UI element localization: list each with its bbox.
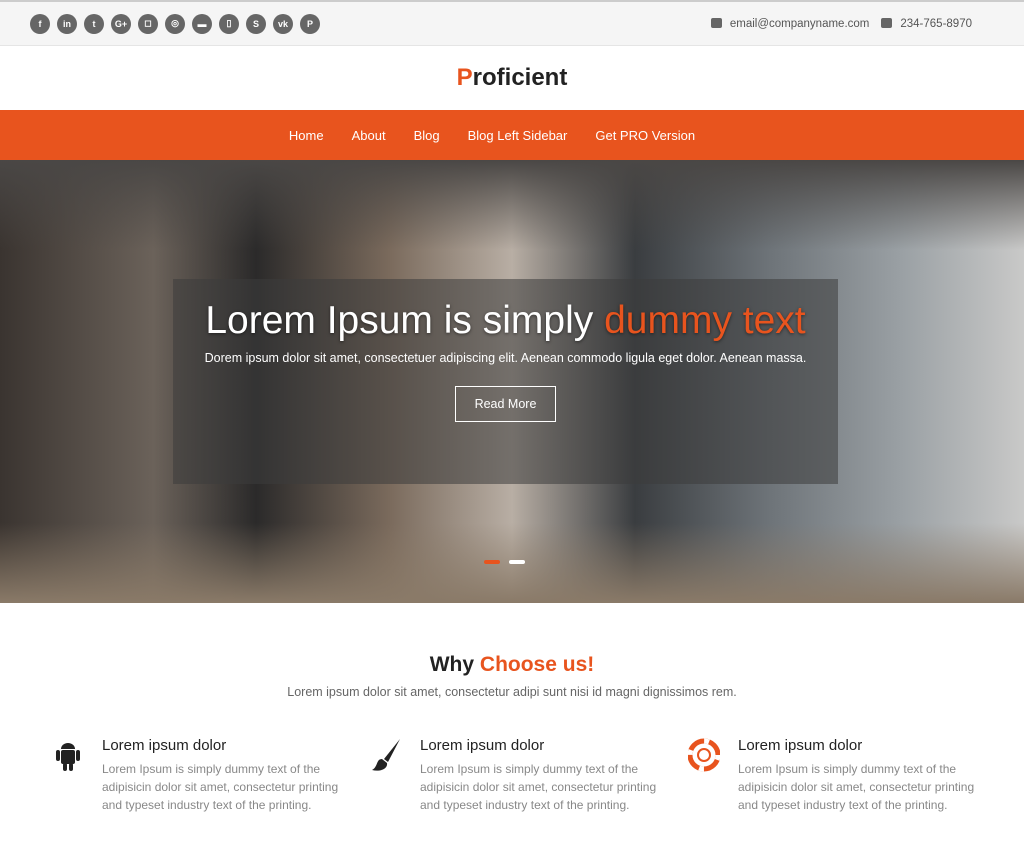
why-choose-us: Why Choose us! Lorem ipsum dolor sit ame…: [0, 603, 1024, 699]
slider-dots: [484, 560, 525, 564]
read-more-button[interactable]: Read More: [454, 386, 557, 422]
feature-title: Lorem ipsum dolor: [102, 737, 227, 754]
nav-get-pro[interactable]: Get PRO Version: [595, 128, 695, 143]
main-nav: Home About Blog Blog Left Sidebar Get PR…: [0, 110, 1024, 160]
paintbrush-icon: [372, 739, 400, 771]
top-bar: f in t G+ ◻ ◎ ▬ ▯ S vk P email@companyna…: [0, 0, 1024, 46]
hero-caption: Lorem Ipsum is simply dummy text Dorem i…: [173, 279, 838, 484]
feature-item: Lorem ipsum dolor Lorem Ipsum is simply d…: [370, 737, 688, 814]
logo-initial: P: [456, 64, 473, 91]
email-link[interactable]: email@companyname.com: [710, 17, 870, 30]
instagram-icon[interactable]: ◻: [138, 13, 158, 34]
site-logo[interactable]: Proficient: [0, 46, 1024, 110]
nav-blog[interactable]: Blog: [414, 128, 440, 143]
feature-item: Lorem ipsum dolor Lorem Ipsum is simply d…: [688, 737, 1006, 814]
hero-slider: Lorem Ipsum is simply dummy text Dorem i…: [0, 160, 1024, 603]
slide-dot-2[interactable]: [509, 560, 525, 564]
github-icon[interactable]: ▬: [192, 13, 212, 34]
hero-title: Lorem Ipsum is simply dummy text: [173, 299, 838, 343]
pinterest-icon[interactable]: P: [300, 13, 320, 34]
phone-link[interactable]: 234-765-8970: [881, 18, 972, 30]
vk-icon[interactable]: vk: [273, 13, 293, 34]
envelope-icon: [710, 18, 722, 29]
linkedin-icon[interactable]: in: [57, 13, 77, 34]
life-ring-icon: [688, 738, 720, 772]
logo-rest: roficient: [472, 64, 568, 91]
nav-about[interactable]: About: [352, 128, 386, 143]
social-links: f in t G+ ◻ ◎ ▬ ▯ S vk P: [30, 13, 320, 34]
hero-title-accent: dummy text: [604, 299, 806, 342]
phone-text: 234-765-8970: [900, 17, 972, 30]
features: Lorem ipsum dolor Lorem Ipsum is simply d…: [0, 737, 1024, 814]
section-subtitle: Lorem ipsum dolor sit amet, consectetur …: [287, 685, 737, 699]
phone-icon: [881, 18, 893, 29]
dribbble-icon[interactable]: ◎: [165, 13, 185, 34]
feature-text: Lorem Ipsum is simply dummy text of the …: [102, 762, 339, 812]
feature-item: Lorem ipsum dolor Lorem Ipsum is simply d…: [52, 737, 370, 814]
feature-text: Lorem Ipsum is simply dummy text of the …: [420, 762, 657, 812]
nav-blog-left-sidebar[interactable]: Blog Left Sidebar: [468, 128, 568, 143]
feature-title: Lorem ipsum dolor: [738, 737, 863, 754]
feature-text: Lorem Ipsum is simply dummy text of the …: [738, 762, 975, 812]
section-title: Why Choose us!: [0, 653, 1024, 677]
contact-info: email@companyname.com 234-765-8970: [710, 17, 972, 30]
hero-text: Dorem ipsum dolor sit amet, consectetuer…: [204, 351, 807, 365]
title-main: Why: [429, 653, 480, 676]
twitter-icon[interactable]: t: [84, 13, 104, 34]
skype-icon[interactable]: S: [246, 13, 266, 34]
nav-home[interactable]: Home: [289, 128, 324, 143]
hero-title-main: Lorem Ipsum is simply: [205, 299, 605, 342]
android-icon: [56, 743, 80, 771]
email-text: email@companyname.com: [729, 17, 870, 30]
slide-dot-1[interactable]: [484, 560, 500, 564]
facebook-icon[interactable]: f: [30, 13, 50, 34]
google-plus-icon[interactable]: G+: [111, 13, 131, 34]
title-accent: Choose us!: [479, 653, 595, 676]
feature-title: Lorem ipsum dolor: [420, 737, 545, 754]
foursquare-icon[interactable]: ▯: [219, 13, 239, 34]
